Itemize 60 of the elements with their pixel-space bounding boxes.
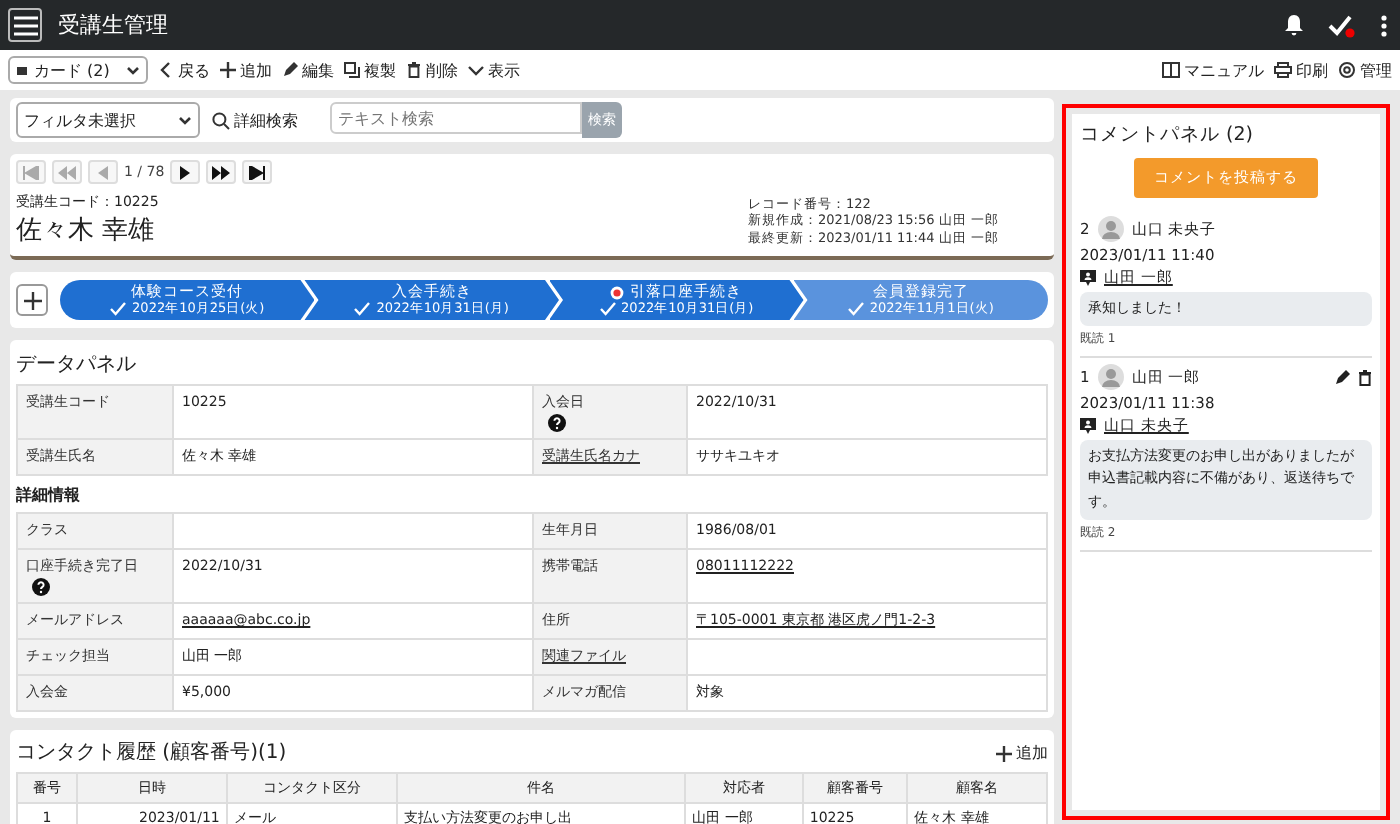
- menu-button[interactable]: [8, 8, 42, 42]
- first-icon: [22, 165, 40, 179]
- avatar-icon: [1097, 216, 1124, 242]
- check-icon[interactable]: [1328, 13, 1356, 37]
- copy-button[interactable]: 複製: [344, 59, 396, 81]
- back-button[interactable]: 戻る: [158, 59, 210, 81]
- help-icon[interactable]: [548, 414, 566, 433]
- next-page-button[interactable]: [170, 160, 201, 184]
- last-page-button[interactable]: [242, 160, 273, 184]
- panel-title: データパネル: [16, 352, 138, 378]
- print-button[interactable]: 印刷: [1274, 59, 1328, 81]
- plus-icon: [23, 291, 41, 309]
- manual-button[interactable]: マニュアル: [1162, 59, 1264, 81]
- fast-back-icon: [58, 165, 76, 179]
- card-icon: [16, 65, 28, 75]
- last-icon: [248, 165, 267, 179]
- avatar-icon: [1097, 364, 1124, 391]
- mention-icon: [1080, 418, 1096, 435]
- edit-icon[interactable]: [1334, 369, 1350, 386]
- chevron-left-icon: [158, 62, 174, 78]
- check-icon: [599, 301, 616, 316]
- plus-icon: [996, 745, 1012, 762]
- caret-icon: [126, 65, 140, 75]
- caret-icon: [178, 115, 192, 125]
- filter-select[interactable]: フィルタ未選択: [16, 102, 200, 138]
- book-icon: [1162, 62, 1180, 78]
- view-select[interactable]: カード (2): [8, 56, 148, 84]
- more-icon[interactable]: [1380, 13, 1388, 37]
- delete-icon[interactable]: [1358, 369, 1372, 386]
- pencil-icon: [282, 62, 298, 78]
- help-icon[interactable]: [32, 578, 50, 597]
- next-icon: [176, 165, 195, 179]
- check-icon: [847, 301, 864, 316]
- fast-forward-page-button[interactable]: [206, 160, 237, 184]
- panel-title: コンタクト履歴 (顧客番号)(1): [16, 739, 287, 767]
- search-icon: [212, 111, 230, 129]
- search-field[interactable]: テキスト検索: [330, 102, 582, 134]
- admin-button[interactable]: 管理: [1338, 59, 1392, 81]
- advanced-search-button[interactable]: 詳細検索: [212, 109, 298, 131]
- app-title: 受講生管理: [58, 10, 168, 40]
- check-icon: [110, 301, 127, 316]
- fast-forward-icon: [212, 165, 231, 179]
- trash-icon: [406, 62, 422, 78]
- edit-button[interactable]: 編集: [282, 59, 334, 81]
- check-icon: [354, 301, 371, 316]
- add-contact-button[interactable]: 追加: [996, 742, 1048, 765]
- record-name: 佐々木 幸雄: [16, 214, 157, 248]
- copy-icon: [344, 62, 360, 78]
- chevron-down-icon: [468, 62, 484, 78]
- plus-icon: [220, 62, 236, 78]
- section-heading: 詳細情報: [16, 484, 82, 507]
- mention-icon: [1080, 270, 1096, 286]
- printer-icon: [1274, 62, 1292, 78]
- add-button[interactable]: 追加: [220, 59, 272, 81]
- bell-icon[interactable]: [1284, 14, 1304, 36]
- delete-button[interactable]: 削除: [406, 59, 458, 81]
- prev-icon: [94, 165, 112, 179]
- panel-title: コメントパネル (2): [1080, 122, 1255, 148]
- add-step-button[interactable]: [16, 284, 48, 316]
- view-button[interactable]: 表示: [468, 59, 520, 81]
